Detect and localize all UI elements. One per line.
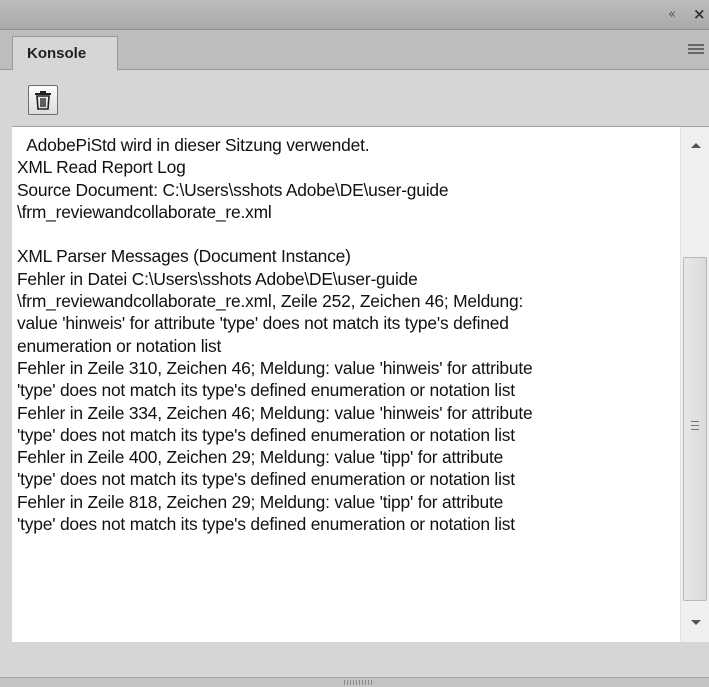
- console-line: Fehler in Zeile 818, Zeichen 29; Meldung…: [17, 491, 504, 512]
- toolbar: [0, 70, 709, 126]
- console-line: XML Parser Messages (Document Instance): [17, 246, 351, 267]
- console-line: 'type' does not match its type's defined…: [17, 469, 515, 490]
- console-output[interactable]: AdobePiStd wird in dieser Sitzung verwen…: [12, 126, 709, 643]
- double-chevron-left-icon[interactable]: «: [668, 7, 676, 22]
- console-line: enumeration or notation list: [17, 335, 222, 356]
- close-icon[interactable]: ×: [693, 5, 706, 23]
- console-line: \frm_reviewandcollaborate_re.xml, Zeile …: [17, 291, 524, 312]
- grip-icon: [691, 421, 699, 433]
- panel-menu-icon[interactable]: [688, 44, 704, 56]
- console-line: Fehler in Datei C:\Users\sshots Adobe\DE…: [17, 268, 418, 289]
- console-line: Fehler in Zeile 400, Zeichen 29; Meldung…: [17, 447, 504, 468]
- vertical-scrollbar[interactable]: [680, 127, 709, 643]
- scroll-down-arrow-icon[interactable]: [691, 620, 701, 625]
- console-line: 'type' does not match its type's defined…: [17, 424, 515, 445]
- console-line: Fehler in Zeile 310, Zeichen 46; Meldung…: [17, 357, 533, 378]
- resize-handle[interactable]: [0, 677, 709, 687]
- console-line: AdobePiStd wird in dieser Sitzung verwen…: [17, 135, 370, 155]
- resize-grip-icon: [344, 680, 374, 685]
- console-line: value 'hinweis' for attribute 'type' doe…: [17, 313, 509, 334]
- console-line: XML Read Report Log: [17, 157, 186, 178]
- console-line: 'type' does not match its type's defined…: [17, 380, 515, 401]
- console-line: Fehler in Zeile 334, Zeichen 46; Meldung…: [17, 402, 533, 423]
- scroll-up-arrow-icon[interactable]: [691, 143, 701, 148]
- scrollbar-thumb[interactable]: [683, 257, 707, 601]
- console-line: 'type' does not match its type's defined…: [17, 514, 515, 535]
- console-log-text: AdobePiStd wird in dieser Sitzung verwen…: [17, 134, 677, 535]
- panel-title-bar: « ×: [0, 0, 709, 30]
- trash-icon: [35, 91, 51, 110]
- tab-label: Konsole: [27, 45, 87, 62]
- tab-row: Konsole: [0, 30, 709, 71]
- tab-konsole[interactable]: Konsole: [12, 36, 118, 71]
- console-line: \frm_reviewandcollaborate_re.xml: [17, 201, 272, 222]
- console-line: Source Document: C:\Users\sshots Adobe\D…: [17, 179, 449, 200]
- panel-footer: [0, 642, 709, 687]
- clear-console-button[interactable]: [28, 85, 58, 115]
